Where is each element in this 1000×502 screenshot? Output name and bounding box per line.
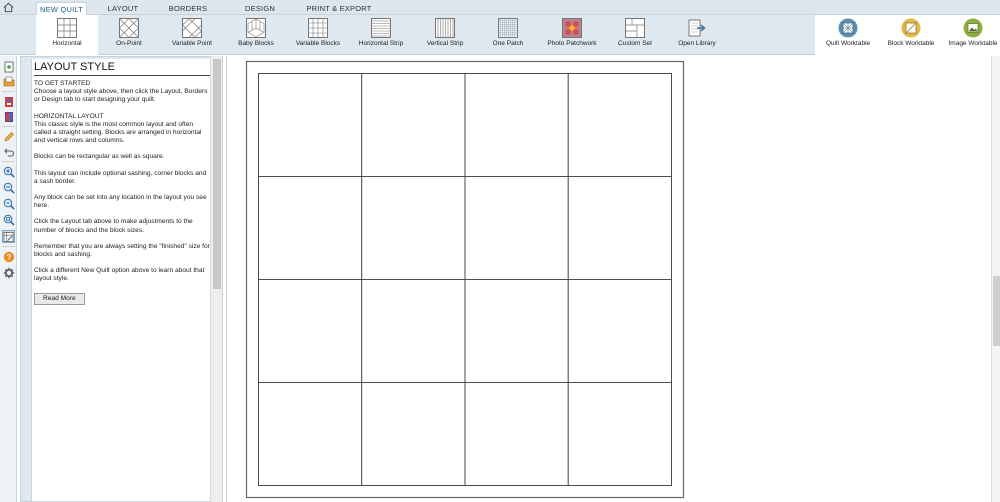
zoom-in-icon[interactable]: [2, 165, 15, 178]
ribbon-label: Vertical Strip: [426, 40, 464, 47]
ribbon-label: Open Library: [678, 40, 716, 47]
canvas-scrollbar[interactable]: [991, 56, 1000, 502]
ribbon-label: Variable Point: [172, 40, 212, 47]
ribbon-label: Baby Blocks: [238, 40, 274, 47]
quilt-block[interactable]: [567, 176, 672, 280]
quilt-worktable-icon: [838, 18, 858, 38]
panel-paragraph: Click a different New Quilt option above…: [34, 267, 205, 283]
sketchbook-icon[interactable]: [2, 95, 15, 108]
quilt-block[interactable]: [258, 279, 363, 383]
on-point-layout-icon: [119, 18, 139, 38]
undo-icon[interactable]: [2, 145, 15, 158]
ribbon-vertical-strip[interactable]: Vertical Strip: [421, 15, 469, 55]
canvas-scroll-thumb[interactable]: [993, 276, 1000, 346]
layout-info-icon[interactable]: [2, 230, 15, 243]
quilt-block[interactable]: [464, 279, 569, 383]
quilt-block[interactable]: [567, 382, 672, 486]
ribbon-on-point[interactable]: On-Point: [104, 15, 154, 55]
svg-text:?: ?: [6, 253, 11, 262]
block-worktable-icon: [901, 18, 921, 38]
photo-patchwork-icon: [562, 18, 582, 38]
quilt-block[interactable]: [361, 382, 466, 486]
panel-paragraph: TO GET STARTED Choose a layout style abo…: [34, 80, 208, 104]
ribbon-label: Block Worktable: [887, 40, 935, 47]
quilt-block[interactable]: [361, 176, 466, 280]
custom-set-icon: [625, 18, 645, 38]
zoom-fit-icon[interactable]: [2, 197, 15, 210]
ribbon-one-patch[interactable]: One Patch: [486, 15, 530, 55]
panel-paragraph: Remember that you are always setting the…: [34, 242, 210, 259]
left-toolbar: ?: [0, 56, 17, 502]
ribbon-horizontal[interactable]: Horizontal: [36, 15, 98, 55]
zoom-out-icon[interactable]: [2, 181, 15, 194]
open-project-icon[interactable]: [2, 75, 15, 88]
quilt-block[interactable]: [464, 176, 569, 280]
ribbon-label: Variable Blocks: [295, 40, 341, 47]
ribbon-label: Horizontal: [52, 40, 82, 47]
variable-point-layout-icon: [182, 18, 202, 38]
quilt-block[interactable]: [567, 279, 672, 383]
horizontal-strip-layout-icon: [371, 18, 391, 38]
block-worktable-button[interactable]: Block Worktable: [883, 15, 939, 55]
ribbon-variable-blocks[interactable]: Variable Blocks: [292, 15, 344, 55]
vertical-strip-layout-icon: [435, 18, 455, 38]
panel-paragraph: Any block can be set into any location i…: [34, 194, 207, 210]
quilt-worktable-button[interactable]: Quilt Worktable: [820, 15, 876, 55]
quilt-canvas[interactable]: [226, 56, 991, 502]
quilt-block[interactable]: [464, 382, 569, 486]
ribbon-open-library[interactable]: Open Library: [674, 15, 720, 55]
panel-description: TO GET STARTED Choose a layout style abo…: [34, 80, 210, 305]
ribbon-photo-patchwork[interactable]: Photo Patchwork: [541, 15, 603, 55]
quilt-block[interactable]: [361, 73, 466, 177]
ribbon-label: Horizontal Strip: [358, 40, 404, 47]
open-library-icon: [688, 19, 706, 37]
ribbon-label: Image Worktable: [948, 40, 998, 47]
help-icon[interactable]: ?: [2, 250, 15, 263]
one-patch-layout-icon: [498, 18, 518, 38]
ribbon-label: Custom Set: [618, 40, 652, 47]
horizontal-layout-icon: [57, 18, 77, 38]
zoom-actual-icon[interactable]: [2, 213, 15, 226]
image-worktable-button[interactable]: Image Worktable: [946, 15, 1000, 55]
ribbon-baby-blocks[interactable]: Baby Blocks: [231, 15, 281, 55]
panel-paragraph: This layout can include optional sashing…: [34, 169, 207, 185]
ribbon-variable-point[interactable]: Variable Point: [166, 15, 218, 55]
top-tab-bar: NEW QUILT LAYOUT BORDERS DESIGN PRINT & …: [0, 0, 1000, 15]
layout-ribbon: Horizontal On-Point Variable Point Baby …: [0, 15, 1000, 55]
new-project-icon[interactable]: [2, 60, 15, 73]
baby-blocks-layout-icon: [246, 18, 266, 38]
ribbon-label: One Patch: [492, 40, 524, 47]
ribbon-custom-set[interactable]: Custom Set: [612, 15, 658, 55]
ribbon-label: Quilt Worktable: [825, 40, 871, 47]
fabric-library-icon[interactable]: [2, 110, 15, 123]
tab-layout[interactable]: LAYOUT: [100, 2, 146, 15]
tab-print-export[interactable]: PRINT & EXPORT: [300, 2, 378, 15]
variable-blocks-layout-icon: [308, 18, 328, 38]
settings-gear-icon[interactable]: [2, 266, 15, 279]
home-icon[interactable]: [2, 2, 14, 13]
quilt-layout[interactable]: [227, 56, 992, 502]
quilt-block[interactable]: [567, 73, 672, 177]
ribbon-label: On-Point: [116, 40, 142, 47]
panel-paragraph: HORIZONTAL LAYOUT This classic style is …: [34, 112, 202, 145]
panel-title: LAYOUT STYLE: [34, 61, 210, 76]
pencil-icon[interactable]: [2, 130, 15, 143]
panel-paragraph: Blocks can be rectangular as well as squ…: [34, 153, 165, 161]
panel-paragraph: Click the Layout tab above to make adjus…: [34, 218, 193, 234]
quilt-block[interactable]: [258, 73, 363, 177]
read-more-button[interactable]: Read More: [34, 292, 85, 305]
image-worktable-icon: [963, 18, 983, 38]
tab-design[interactable]: DESIGN: [238, 2, 282, 15]
quilt-block[interactable]: [258, 382, 363, 486]
panel-scroll-thumb[interactable]: [213, 59, 221, 289]
quilt-block[interactable]: [258, 176, 363, 280]
ribbon-horizontal-strip[interactable]: Horizontal Strip: [355, 15, 407, 55]
tab-borders[interactable]: BORDERS: [164, 2, 212, 15]
tab-new-quilt[interactable]: NEW QUILT: [36, 2, 87, 15]
quilt-block[interactable]: [464, 73, 569, 177]
quilt-block[interactable]: [361, 279, 466, 383]
panel-scrollbar[interactable]: [210, 56, 222, 502]
ribbon-label: Photo Patchwork: [547, 40, 597, 47]
